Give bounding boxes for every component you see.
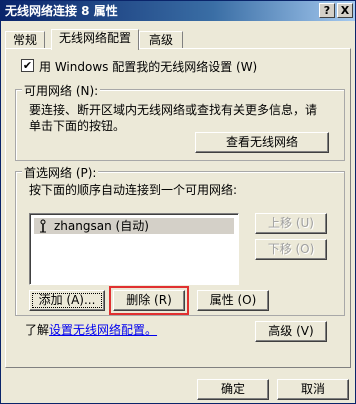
available-description-line2: 单击下面的按钮。 [29,119,126,133]
learn-prefix: 了解 [25,323,50,337]
close-button[interactable]: X [337,3,353,18]
preferred-networks-title: 首选网络 (P): [22,164,99,181]
tab-wireless-config[interactable]: 无线网络配置 [51,29,139,50]
use-windows-checkbox[interactable]: ✔ [21,59,34,72]
wireless-antenna-icon [40,219,46,233]
cancel-button[interactable]: 取消 [277,379,349,400]
move-down-button[interactable]: 下移 (O) [255,239,327,260]
view-wireless-networks-button[interactable]: 查看无线网络 [195,132,329,153]
learn-link[interactable]: 设置无线网络配置。 [49,323,157,337]
use-windows-label: 用 Windows 配置我的无线网络设置 (W) [39,60,258,74]
learn-text: 了解设置无线网络配置。 [25,321,157,338]
properties-window: 无线网络连接 8 属性 ? X 常规 无线网络配置 高级 ✔ 用 Windows… [0,0,356,404]
highlight-box [109,286,189,315]
available-networks-title: 可用网络 (N): [22,82,101,99]
advanced-button[interactable]: 高级 (V) [255,321,327,342]
tab-general[interactable]: 常规 [5,31,45,49]
preferred-description: 按下面的顺序自动连接到一个可用网络: [29,183,238,197]
window-title: 无线网络连接 8 属性 [5,4,118,18]
list-item[interactable]: zhangsan (自动) [34,218,234,234]
available-description-line1: 要连接、断开区域内无线网络或查找有关更多信息，请 [29,103,318,117]
ok-button[interactable]: 确定 [197,379,269,400]
network-name: zhangsan (自动) [54,219,149,233]
tab-advanced[interactable]: 高级 [139,31,183,49]
move-up-button[interactable]: 上移 (U) [255,213,327,234]
preferred-networks-list[interactable]: zhangsan (自动) [29,213,239,285]
properties-button[interactable]: 属性 (O) [197,290,269,311]
title-bar: 无线网络连接 8 属性 ? X [1,1,355,21]
add-button[interactable]: 添加 (A)... [29,290,105,311]
help-button[interactable]: ? [319,3,335,18]
